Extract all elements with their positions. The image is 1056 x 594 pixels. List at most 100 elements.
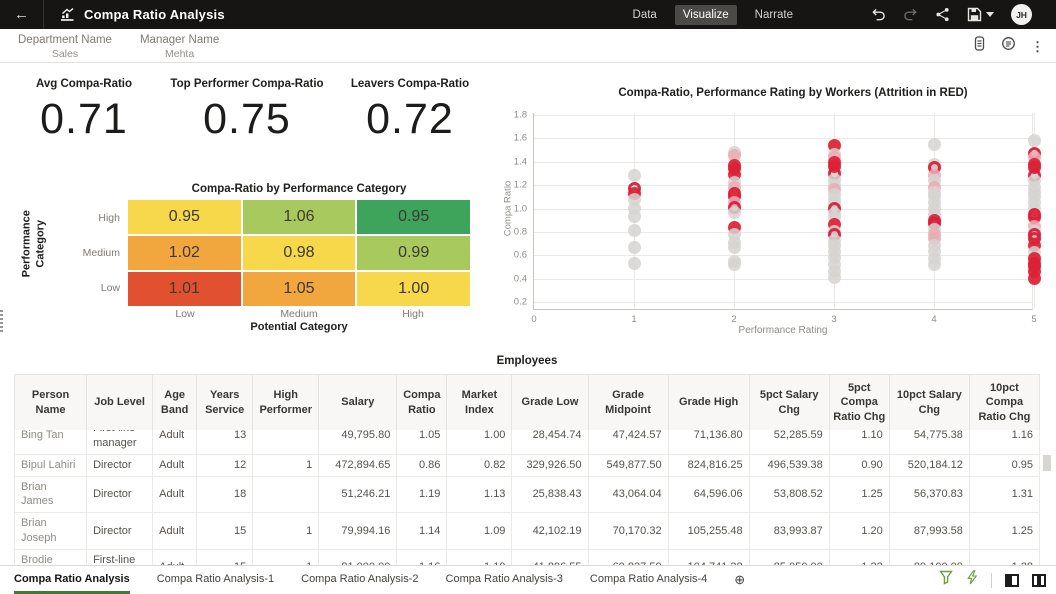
- column-header[interactable]: 5pct Salary Chg: [748, 374, 830, 431]
- avatar[interactable]: JH: [1011, 4, 1032, 25]
- canvas-tab[interactable]: Compa Ratio Analysis: [14, 566, 130, 594]
- scatter-point[interactable]: [927, 258, 941, 272]
- scatter-point[interactable]: [727, 258, 741, 272]
- kpi-top-performer-compa-ratio[interactable]: Top Performer Compa-Ratio 0.75: [167, 78, 327, 144]
- column-header[interactable]: Salary: [318, 374, 398, 431]
- panel-resize-grip[interactable]: [0, 310, 3, 332]
- table-body-scroll-area[interactable]: Bing TanFirst-line managerAdult1349,795.…: [14, 430, 1040, 565]
- scatter-y-axis-title: Compa Ratio: [502, 180, 514, 237]
- column-header[interactable]: Grade High: [667, 374, 750, 431]
- table-cell: Bipul Lahiri: [14, 454, 88, 477]
- heatmap-cell[interactable]: 0.95: [357, 200, 470, 234]
- table-cell: 52,285.59: [748, 430, 830, 455]
- canvas-tab[interactable]: Compa Ratio Analysis-4: [590, 566, 707, 594]
- column-header[interactable]: High Performer: [252, 374, 320, 431]
- column-header[interactable]: 10pct Salary Chg: [888, 374, 970, 431]
- y-tick-label: 0.4: [513, 273, 527, 285]
- kpi-value: 0.75: [203, 95, 291, 143]
- column-header[interactable]: Grade Low: [511, 374, 589, 431]
- table-cell: Adult: [152, 430, 198, 455]
- table-row[interactable]: Brian James Director Adult 18 51,246.21 1.19 1…: [14, 476, 1040, 514]
- scatter-point[interactable]: [627, 224, 641, 238]
- auto-insights-icon[interactable]: [966, 570, 978, 590]
- col-label: Medium: [280, 308, 318, 320]
- heatmap-cell[interactable]: 1.02: [128, 236, 241, 270]
- table-cell: Brian James: [14, 476, 88, 514]
- x-tick-label: 3: [831, 314, 837, 325]
- heatmap-grid: 0.95 1.06 0.95 1.02 0.98 0.99 1.01 1.05 1.00: [128, 200, 470, 306]
- filter-manager-name[interactable]: Manager Name Mehta: [140, 34, 219, 60]
- heatmap-cell[interactable]: 1.00: [357, 272, 470, 306]
- filter-department-name[interactable]: Department Name Sales: [18, 34, 112, 60]
- scatter-point[interactable]: [927, 137, 941, 151]
- column-header[interactable]: Job Level: [86, 374, 154, 431]
- table-cell: Director: [86, 476, 154, 514]
- kpi-leavers-compa-ratio[interactable]: Leavers Compa-Ratio 0.72: [330, 78, 490, 144]
- undo-icon[interactable]: [871, 7, 886, 22]
- table-row[interactable]: Brodie SmithFirst-line managerAdult15181…: [14, 549, 1040, 565]
- scatter-point[interactable]: [727, 205, 741, 219]
- canvas-tab[interactable]: Compa Ratio Analysis-2: [301, 566, 418, 594]
- table-cell: 1.13: [446, 476, 513, 514]
- add-canvas-icon[interactable]: ⊕: [734, 566, 745, 594]
- tab-narrate[interactable]: Narrate: [747, 5, 801, 25]
- kpi-avg-compa-ratio[interactable]: Avg Compa-Ratio 0.71: [4, 78, 164, 144]
- scatter-point[interactable]: [1027, 134, 1041, 148]
- table-cell: 520,184.12: [888, 454, 970, 477]
- table-row[interactable]: Bing TanFirst-line managerAdult13 49,795.…: [14, 430, 1040, 455]
- x-tick-label: 5: [1031, 314, 1037, 325]
- table-cell: 329,926.50: [511, 454, 589, 477]
- table-cell: First-line manager: [86, 549, 154, 565]
- kpi-value: 0.72: [366, 95, 454, 143]
- column-header[interactable]: 10pct Compa Ratio Chg: [968, 374, 1041, 431]
- column-header[interactable]: Years Service: [196, 374, 254, 431]
- tab-data[interactable]: Data: [625, 5, 665, 25]
- column-header[interactable]: 5pct Compa Ratio Chg: [828, 374, 890, 431]
- save-menu-caret-icon[interactable]: [986, 12, 994, 17]
- layout-left-panel-icon[interactable]: [1005, 573, 1019, 587]
- back-button[interactable]: ←: [0, 0, 44, 29]
- column-header[interactable]: Grade Midpoint: [587, 374, 669, 431]
- table-cell: 70,170.32: [587, 512, 669, 550]
- canvas-menu-icon[interactable]: ⋮: [1031, 40, 1044, 53]
- scatter-point[interactable]: [627, 240, 641, 254]
- table-scrollbar-thumb[interactable]: [1043, 455, 1051, 471]
- column-header[interactable]: Age Band: [152, 374, 198, 431]
- kpi-label: Top Performer Compa-Ratio: [170, 78, 324, 90]
- heatmap-cell[interactable]: 0.99: [357, 236, 470, 270]
- table-row[interactable]: Bipul Lahiri Director Adult 12 1 472,894.65 0.…: [14, 454, 1040, 477]
- limit-values-icon[interactable]: [973, 36, 986, 56]
- heatmap-cell[interactable]: 1.01: [128, 272, 241, 306]
- insights-icon[interactable]: [1001, 36, 1016, 56]
- column-header[interactable]: Market Index: [446, 374, 513, 431]
- redo-icon[interactable]: [903, 7, 918, 22]
- heatmap-cell[interactable]: 0.95: [128, 200, 241, 234]
- scatter-point[interactable]: [627, 169, 641, 183]
- canvas-filter-icon[interactable]: [939, 570, 953, 590]
- scatter-point[interactable]: [727, 240, 741, 254]
- heatmap-cell[interactable]: 1.06: [242, 200, 356, 234]
- scatter-point[interactable]: [1027, 272, 1041, 286]
- scatter-point[interactable]: [627, 210, 641, 224]
- share-icon[interactable]: [935, 7, 950, 22]
- save-button[interactable]: [967, 7, 994, 22]
- column-header[interactable]: Person Name: [13, 374, 88, 431]
- x-tick-label: 2: [731, 314, 737, 325]
- table-row[interactable]: Brian Joseph Director Adult 15 1 79,994.16 1.1…: [14, 512, 1040, 550]
- canvas-tab[interactable]: Compa Ratio Analysis-3: [446, 566, 563, 594]
- layout-center-panel-icon[interactable]: [1032, 573, 1046, 587]
- heatmap-cell[interactable]: 1.05: [242, 272, 356, 306]
- table-cell: 1.16: [968, 430, 1040, 455]
- column-header[interactable]: Compa Ratio: [396, 374, 448, 431]
- scatter-point[interactable]: [827, 270, 841, 284]
- x-tick-label: 4: [931, 314, 937, 325]
- table-cell: 824,816.25: [667, 454, 750, 477]
- table-cell: 64,596.06: [667, 476, 750, 514]
- canvas-tab[interactable]: Compa Ratio Analysis-1: [157, 566, 274, 594]
- tab-visualize[interactable]: Visualize: [674, 4, 737, 25]
- heatmap-cell[interactable]: 0.98: [242, 236, 356, 270]
- scatter-point[interactable]: [627, 256, 641, 270]
- y-tick-label: 1.0: [513, 203, 527, 214]
- table-cell: 42,102.19: [511, 512, 589, 550]
- table-cell: 472,894.65: [318, 454, 398, 477]
